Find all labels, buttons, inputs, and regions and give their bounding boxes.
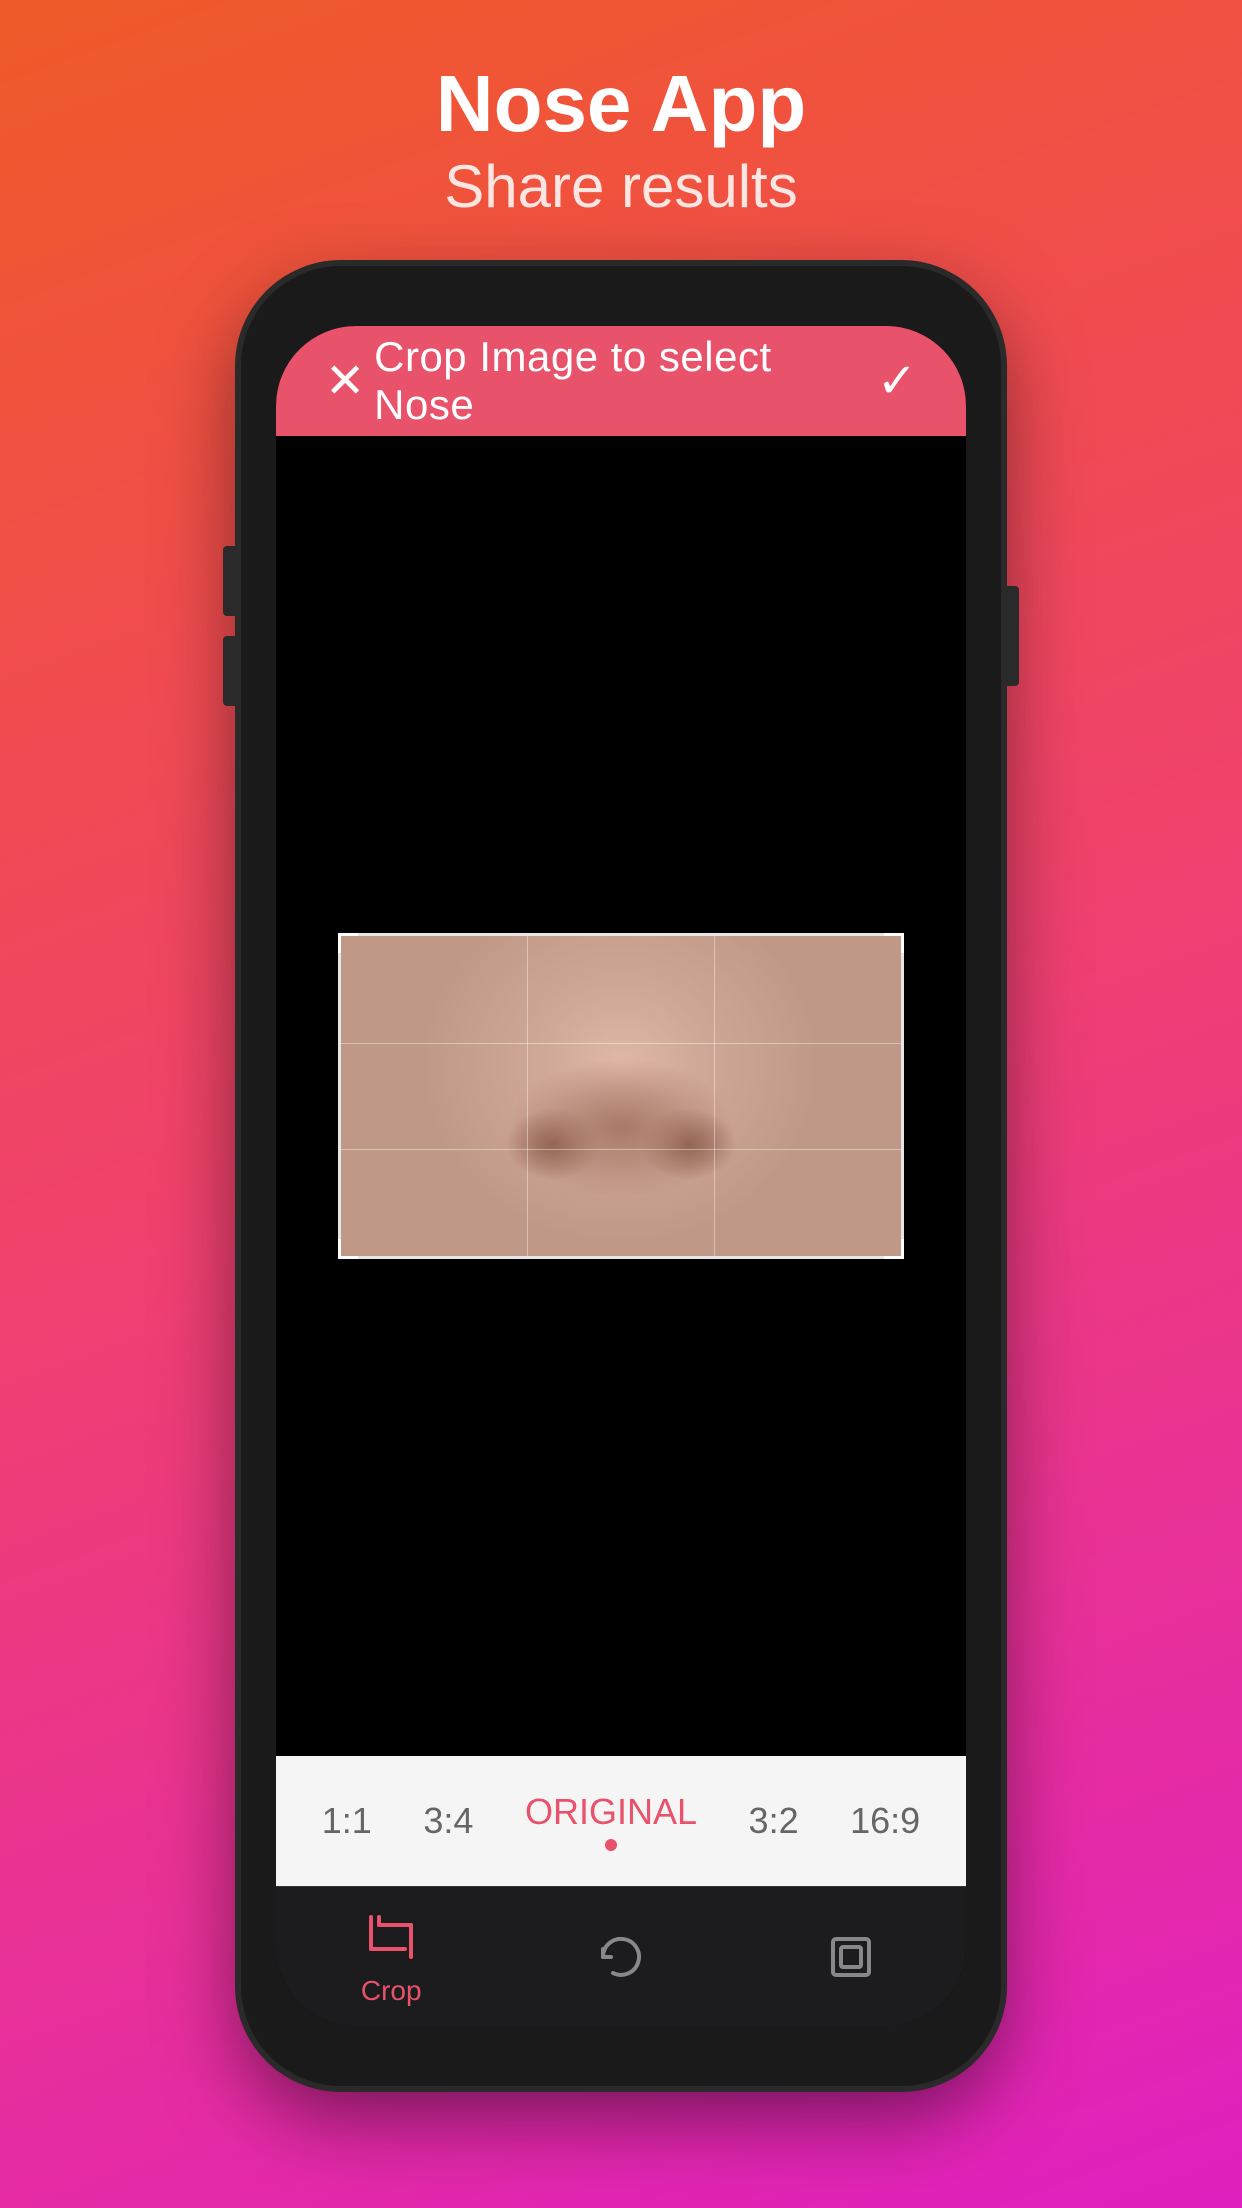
ratio-label-3-4: 3:4 — [423, 1800, 473, 1842]
ratio-active-dot — [605, 1839, 617, 1851]
ratio-label-1-1: 1:1 — [322, 1800, 372, 1842]
confirm-button[interactable]: ✓ — [868, 351, 926, 411]
crop-tool-button[interactable]: Crop — [361, 1907, 422, 2007]
ratio-bar: 1:1 3:4 ORIGINAL 3:2 16:9 — [276, 1756, 966, 1886]
nose-face-graphic — [341, 936, 901, 1256]
refresh-icon — [591, 1927, 651, 1987]
refresh-tool-button[interactable] — [591, 1927, 651, 1987]
close-button[interactable]: ✕ — [316, 351, 374, 411]
crop-icon — [361, 1907, 421, 1967]
ratio-item-3-2[interactable]: 3:2 — [739, 1781, 809, 1861]
expand-icon — [821, 1927, 881, 1987]
header-title: Crop Image to select Nose — [374, 333, 868, 429]
ratio-label-original: ORIGINAL — [525, 1791, 697, 1833]
crop-header-bar: ✕ Crop Image to select Nose ✓ — [276, 326, 966, 436]
phone-screen: ✕ Crop Image to select Nose ✓ — [276, 326, 966, 2026]
ratio-item-16-9[interactable]: 16:9 — [840, 1781, 930, 1861]
ratio-item-1-1[interactable]: 1:1 — [312, 1781, 382, 1861]
crop-canvas[interactable] — [276, 436, 966, 1756]
ratio-label-16-9: 16:9 — [850, 1800, 920, 1842]
app-subtitle: Share results — [436, 148, 806, 226]
bottom-toolbar: Crop — [276, 1886, 966, 2026]
ratio-item-original[interactable]: ORIGINAL — [515, 1781, 707, 1861]
ratio-item-3-4[interactable]: 3:4 — [413, 1781, 483, 1861]
phone-device: ✕ Crop Image to select Nose ✓ — [241, 266, 1001, 2086]
app-header: Nose App Share results — [436, 0, 806, 226]
app-title: Nose App — [436, 60, 806, 148]
crop-tool-label: Crop — [361, 1975, 422, 2007]
crop-image — [341, 936, 901, 1256]
expand-tool-button[interactable] — [821, 1927, 881, 1987]
crop-image-container[interactable] — [341, 936, 901, 1256]
ratio-label-3-2: 3:2 — [749, 1800, 799, 1842]
